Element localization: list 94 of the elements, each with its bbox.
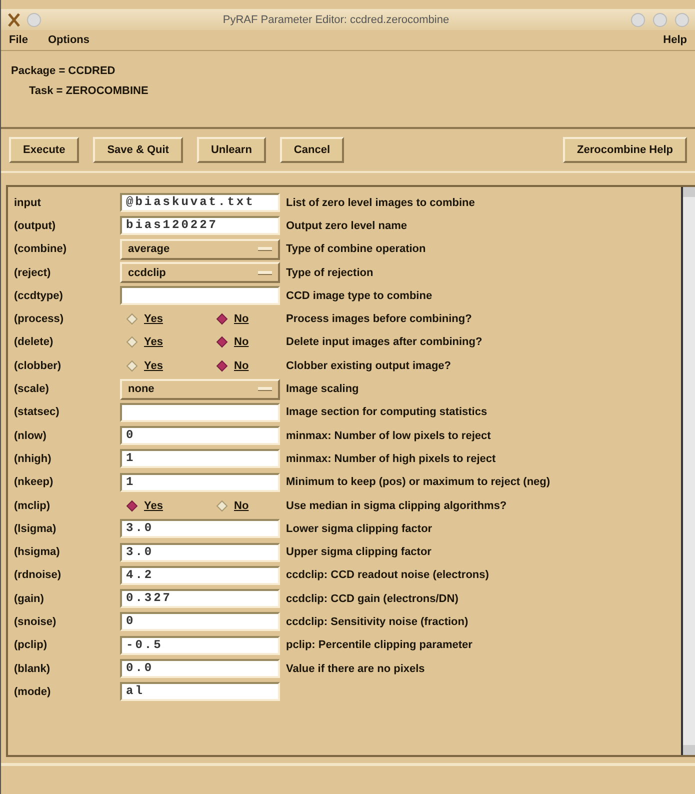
parameter-name: (gain): [14, 592, 45, 605]
parameter-description: Value if there are no pixels: [286, 662, 425, 675]
parameter-description: ccdclip: Sensitivity noise (fraction): [286, 616, 468, 628]
input-field[interactable]: [120, 286, 280, 306]
scrollbar[interactable]: [681, 187, 695, 755]
parameter-description: minmax: Number of high pixels to reject: [286, 452, 496, 465]
parameter-name: (lsigma): [14, 522, 58, 535]
parameter-description: Use median in sigma clipping algorithms?: [286, 500, 507, 512]
radio-icon[interactable]: [216, 500, 228, 512]
dropdown[interactable]: ccdclip: [120, 262, 280, 284]
input-field[interactable]: bias120227: [120, 216, 280, 236]
input-field[interactable]: @biaskuvat.txt: [120, 193, 280, 212]
dropdown[interactable]: average: [120, 238, 280, 260]
parameter-description: List of zero level images to combine: [286, 196, 475, 209]
parameter-name: (pclip): [14, 639, 48, 652]
input-field[interactable]: 0: [120, 612, 280, 632]
input-field[interactable]: al: [120, 682, 280, 702]
action-button[interactable]: Execute: [9, 137, 80, 163]
parameter-name: (statsec): [14, 406, 60, 418]
parameter-name: input: [14, 196, 42, 209]
input-field[interactable]: 1: [120, 472, 280, 492]
window-menu-icon[interactable]: [27, 12, 41, 26]
input-field[interactable]: 1: [120, 449, 280, 468]
parameter-name: (mode): [14, 686, 52, 698]
parameter-name: (snoise): [14, 616, 58, 628]
radio-icon[interactable]: [216, 360, 228, 372]
radio-label[interactable]: Yes: [144, 336, 163, 348]
window-title: PyRAF Parameter Editor: ccdred.zerocombine: [222, 14, 450, 26]
parameter-description: Type of combine operation: [286, 243, 426, 256]
action-button[interactable]: Cancel: [280, 137, 344, 163]
x-logo-icon: [7, 12, 21, 26]
parameter-description: ccdclip: CCD readout noise (electrons): [286, 569, 489, 582]
parameter-description: Image section for computing statistics: [286, 406, 488, 418]
action-button[interactable]: Save & Quit: [93, 137, 183, 163]
parameter-description: ccdclip: CCD gain (electrons/DN): [286, 592, 458, 605]
parameter-description: Minimum to keep (pos) or maximum to reject (neg): [286, 476, 550, 488]
radio-label[interactable]: No: [234, 360, 249, 372]
radio-label[interactable]: Yes: [144, 313, 163, 326]
parameter-name: (clobber): [14, 360, 62, 372]
parameter-name: (nlow): [14, 430, 48, 442]
radio-label[interactable]: Yes: [144, 500, 163, 512]
parameter-name: (combine): [14, 243, 68, 256]
parameter-name: (delete): [14, 336, 54, 348]
input-field[interactable]: -0.5: [120, 636, 280, 655]
radio-label[interactable]: Yes: [144, 360, 163, 372]
parameter-description: Output zero level name: [286, 220, 408, 232]
parameter-name: (scale): [14, 383, 50, 396]
parameter-name: (nhigh): [14, 452, 52, 465]
help-button[interactable]: Zerocombine Help: [563, 137, 687, 163]
radio-icon[interactable]: [126, 360, 138, 372]
radio-label[interactable]: No: [234, 313, 249, 326]
radio-label[interactable]: No: [234, 336, 249, 348]
parameter-description: Clobber existing output image?: [286, 360, 452, 372]
task-label: Task = ZEROCOMBINE: [28, 85, 150, 97]
menu-item[interactable]: Help: [663, 34, 687, 46]
maximize-icon[interactable]: [653, 12, 667, 26]
parameter-name: (mclip): [14, 500, 52, 512]
input-field[interactable]: [120, 402, 280, 422]
parameter-name: (nkeep): [14, 476, 54, 488]
radio-icon[interactable]: [216, 313, 228, 326]
parameter-name: (hsigma): [14, 546, 61, 558]
parameter-description: Image scaling: [286, 383, 359, 396]
radio-icon[interactable]: [126, 313, 138, 326]
radio-icon[interactable]: [126, 500, 138, 512]
parameter-name: (ccdtype): [14, 290, 64, 302]
input-field[interactable]: 0: [120, 426, 280, 446]
radio-icon[interactable]: [216, 336, 228, 348]
menu-item[interactable]: Options: [48, 34, 90, 46]
package-label: Package = CCDRED: [11, 65, 116, 77]
parameter-name: (output): [14, 220, 57, 232]
parameter-description: pclip: Percentile clipping parameter: [286, 639, 472, 652]
input-field[interactable]: 0.327: [120, 589, 280, 608]
parameter-name: (rdnoise): [14, 569, 62, 582]
parameter-description: minmax: Number of low pixels to reject: [286, 430, 491, 442]
input-field[interactable]: 3.0: [120, 542, 280, 562]
close-icon[interactable]: [675, 12, 689, 26]
radio-icon[interactable]: [126, 336, 138, 348]
minimize-icon[interactable]: [631, 12, 645, 26]
parameter-name: (reject): [14, 266, 52, 279]
parameter-description: Type of rejection: [286, 266, 374, 279]
parameter-description: Lower sigma clipping factor: [286, 522, 432, 535]
parameter-description: Delete input images after combining?: [286, 336, 482, 348]
menu-item[interactable]: File: [9, 34, 28, 46]
action-button[interactable]: Unlearn: [196, 137, 266, 163]
parameter-description: CCD image type to combine: [286, 290, 432, 302]
parameter-description: Upper sigma clipping factor: [286, 546, 432, 558]
parameter-name: (blank): [14, 662, 52, 675]
dropdown[interactable]: none: [120, 378, 280, 400]
radio-label[interactable]: No: [234, 500, 249, 512]
input-field[interactable]: 4.2: [120, 566, 280, 585]
parameter-description: Process images before combining?: [286, 313, 472, 326]
input-field[interactable]: 3.0: [120, 519, 280, 538]
parameter-name: (process): [14, 313, 65, 326]
input-field[interactable]: 0.0: [120, 659, 280, 678]
